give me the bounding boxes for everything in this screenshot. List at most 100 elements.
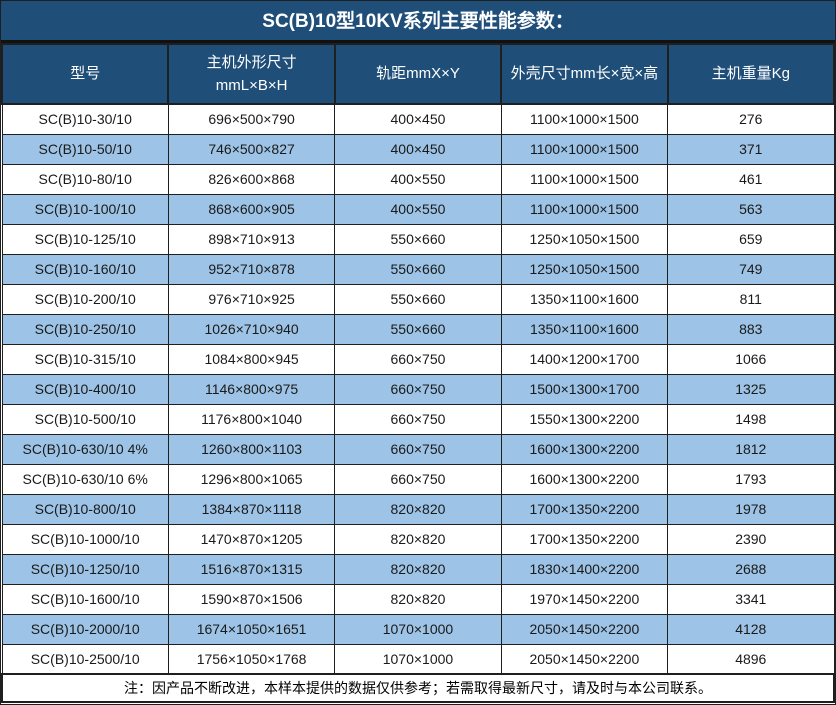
page-title: SC(B)10型10KV系列主要性能参数： [1, 1, 835, 43]
table-cell: 659 [668, 224, 834, 254]
table-cell: 4896 [668, 644, 834, 674]
table-cell: SC(B)10-315/10 [2, 344, 168, 374]
table-cell: SC(B)10-160/10 [2, 254, 168, 284]
table-cell: 4128 [668, 614, 834, 644]
table-row: SC(B)10-2500/101756×1050×17681070×100020… [2, 644, 834, 674]
table-cell: SC(B)10-1600/10 [2, 584, 168, 614]
table-cell: SC(B)10-125/10 [2, 224, 168, 254]
table-cell: 1516×870×1315 [168, 554, 334, 584]
table-cell: 1084×800×945 [168, 344, 334, 374]
table-row: SC(B)10-1000/101470×870×1205820×8201700×… [2, 524, 834, 554]
table-cell: SC(B)10-800/10 [2, 494, 168, 524]
table-cell: 563 [668, 194, 834, 224]
table-row: SC(B)10-1600/101590×870×1506820×8201970×… [2, 584, 834, 614]
table-cell: SC(B)10-1000/10 [2, 524, 168, 554]
table-cell: 883 [668, 314, 834, 344]
table-cell: 550×660 [335, 284, 501, 314]
table-cell: 1100×1000×1500 [501, 194, 667, 224]
table-cell: 1700×1350×2200 [501, 524, 667, 554]
table-cell: 820×820 [335, 584, 501, 614]
table-cell: 400×450 [335, 134, 501, 164]
table-cell: 276 [668, 104, 834, 134]
table-cell: 660×750 [335, 374, 501, 404]
table-cell: 2390 [668, 524, 834, 554]
table-cell: 1260×800×1103 [168, 434, 334, 464]
table-cell: SC(B)10-2500/10 [2, 644, 168, 674]
table-cell: 952×710×878 [168, 254, 334, 284]
table-cell: 550×660 [335, 224, 501, 254]
table-row: SC(B)10-250/101026×710×940550×6601350×11… [2, 314, 834, 344]
header-row: 型号主机外形尺寸 mmL×B×H轨距mmX×Y外壳尺寸mm长×宽×高主机重量Kg [2, 44, 834, 104]
table-cell: 550×660 [335, 314, 501, 344]
table-cell: 1600×1300×2200 [501, 434, 667, 464]
table-cell: 1066 [668, 344, 834, 374]
table-row: SC(B)10-630/10 4%1260×800×1103660×750160… [2, 434, 834, 464]
table-cell: 400×450 [335, 104, 501, 134]
table-cell: 1325 [668, 374, 834, 404]
table-cell: 550×660 [335, 254, 501, 284]
table-cell: SC(B)10-630/10 6% [2, 464, 168, 494]
table-cell: 1350×1100×1600 [501, 314, 667, 344]
table-cell: 696×500×790 [168, 104, 334, 134]
table-cell: 1756×1050×1768 [168, 644, 334, 674]
table-cell: 400×550 [335, 194, 501, 224]
table-cell: 1978 [668, 494, 834, 524]
table-cell: 976×710×925 [168, 284, 334, 314]
table-cell: 1100×1000×1500 [501, 104, 667, 134]
table-header: 型号主机外形尺寸 mmL×B×H轨距mmX×Y外壳尺寸mm长×宽×高主机重量Kg [2, 44, 834, 104]
table-cell: 1070×1000 [335, 644, 501, 674]
table-cell: 1100×1000×1500 [501, 134, 667, 164]
table-row: SC(B)10-400/101146×800×975660×7501500×13… [2, 374, 834, 404]
table-cell: 820×820 [335, 494, 501, 524]
table-cell: 820×820 [335, 524, 501, 554]
table-cell: 1970×1450×2200 [501, 584, 667, 614]
table-row: SC(B)10-100/10868×600×905400×5501100×100… [2, 194, 834, 224]
table-cell: SC(B)10-80/10 [2, 164, 168, 194]
table-cell: 1350×1100×1600 [501, 284, 667, 314]
table-cell: 461 [668, 164, 834, 194]
table-note: 注：因产品不断改进，本样本提供的数据仅供参考；若需取得最新尺寸，请及时与本公司联… [2, 674, 834, 702]
table-cell: 1830×1400×2200 [501, 554, 667, 584]
table-row: SC(B)10-125/10898×710×913550×6601250×105… [2, 224, 834, 254]
table-cell: SC(B)10-250/10 [2, 314, 168, 344]
table-cell: 2050×1450×2200 [501, 614, 667, 644]
table-cell: 3341 [668, 584, 834, 614]
table-cell: 1296×800×1065 [168, 464, 334, 494]
table-cell: 1700×1350×2200 [501, 494, 667, 524]
table-cell: SC(B)10-50/10 [2, 134, 168, 164]
table-cell: 1100×1000×1500 [501, 164, 667, 194]
table-row: SC(B)10-80/10826×600×868400×5501100×1000… [2, 164, 834, 194]
table-cell: 1470×870×1205 [168, 524, 334, 554]
table-body: SC(B)10-30/10696×500×790400×4501100×1000… [2, 104, 834, 674]
table-cell: 898×710×913 [168, 224, 334, 254]
table-cell: 400×550 [335, 164, 501, 194]
spec-table: 型号主机外形尺寸 mmL×B×H轨距mmX×Y外壳尺寸mm长×宽×高主机重量Kg… [1, 43, 835, 703]
table-cell: 371 [668, 134, 834, 164]
column-header: 轨距mmX×Y [335, 44, 501, 104]
table-cell: 811 [668, 284, 834, 314]
table-cell: SC(B)10-2000/10 [2, 614, 168, 644]
table-cell: SC(B)10-1250/10 [2, 554, 168, 584]
table-cell: 1250×1050×1500 [501, 254, 667, 284]
table-cell: 1070×1000 [335, 614, 501, 644]
table-row: SC(B)10-160/10952×710×878550×6601250×105… [2, 254, 834, 284]
table-cell: SC(B)10-630/10 4% [2, 434, 168, 464]
table-cell: 1674×1050×1651 [168, 614, 334, 644]
table-cell: 1812 [668, 434, 834, 464]
table-cell: 1176×800×1040 [168, 404, 334, 434]
column-header: 主机外形尺寸 mmL×B×H [168, 44, 334, 104]
table-cell: SC(B)10-200/10 [2, 284, 168, 314]
table-footer: 注：因产品不断改进，本样本提供的数据仅供参考；若需取得最新尺寸，请及时与本公司联… [2, 674, 834, 702]
table-cell: 746×500×827 [168, 134, 334, 164]
table-cell: 1793 [668, 464, 834, 494]
table-row: SC(B)10-315/101084×800×945660×7501400×12… [2, 344, 834, 374]
table-row: SC(B)10-1250/101516×870×1315820×8201830×… [2, 554, 834, 584]
note-row: 注：因产品不断改进，本样本提供的数据仅供参考；若需取得最新尺寸，请及时与本公司联… [2, 674, 834, 702]
table-cell: SC(B)10-400/10 [2, 374, 168, 404]
column-header: 主机重量Kg [668, 44, 834, 104]
table-cell: 1400×1200×1700 [501, 344, 667, 374]
table-row: SC(B)10-50/10746×500×827400×4501100×1000… [2, 134, 834, 164]
table-cell: 660×750 [335, 404, 501, 434]
table-row: SC(B)10-200/10976×710×925550×6601350×110… [2, 284, 834, 314]
table-cell: 1384×870×1118 [168, 494, 334, 524]
